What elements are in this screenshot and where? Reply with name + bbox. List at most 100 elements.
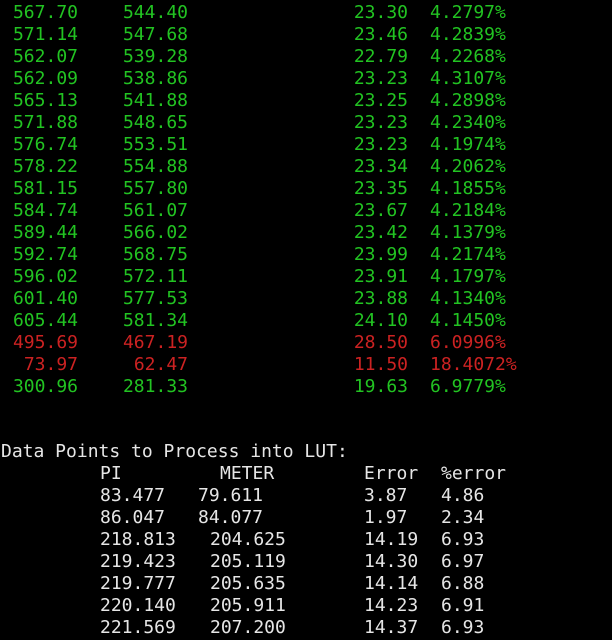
error-value: 23.88 [353, 288, 408, 309]
meter-value: 561.07 [122, 200, 188, 221]
table-row: 592.74 568.75 23.99 4.2174% [0, 244, 612, 266]
meter-value: 548.65 [122, 112, 188, 133]
meter-value: 207.200 [210, 617, 286, 638]
pi-value: 576.74 [12, 134, 78, 155]
terminal-window[interactable]: 567.70 544.40 23.30 4.2797% 571.14 547.68 23.4… [0, 0, 612, 640]
table-row: 589.44 566.02 23.42 4.1379% [0, 222, 612, 244]
error-value: 23.23 [353, 68, 408, 89]
table-row: 221.569 207.200 14.37 6.93 [0, 617, 612, 639]
error-value: 23.23 [353, 134, 408, 155]
percent-error-value: 4.3107% [430, 68, 506, 89]
error-value: 14.23 [364, 595, 419, 616]
table-row: 578.22 554.88 23.34 4.2062% [0, 156, 612, 178]
pi-value: 495.69 [12, 332, 78, 353]
table-row: 571.14 547.68 23.46 4.2839% [0, 24, 612, 46]
pi-value: 218.813 [100, 529, 176, 550]
percent-error-value: 4.1797% [430, 266, 506, 287]
error-value: 14.19 [364, 529, 419, 550]
table-row: 576.74 553.51 23.23 4.1974% [0, 134, 612, 156]
pi-value: 83.477 [100, 485, 166, 506]
meter-value: 539.28 [122, 46, 188, 67]
percent-error-value: 4.2062% [430, 156, 506, 177]
table-row: 581.15 557.80 23.35 4.1855% [0, 178, 612, 200]
meter-value: 566.02 [122, 222, 188, 243]
pi-value: 589.44 [12, 222, 78, 243]
percent-error-value: 2.34 [441, 507, 485, 528]
lut-column-headers: PI METER Error %error [0, 463, 612, 485]
error-value: 19.63 [353, 376, 408, 397]
pi-value: 584.74 [12, 200, 78, 221]
meter-value: 557.80 [122, 178, 188, 199]
table-row: 584.74 561.07 23.67 4.2184% [0, 200, 612, 222]
error-value: 3.87 [364, 485, 408, 506]
pi-value: 300.96 [12, 376, 78, 397]
error-value: 14.14 [364, 573, 419, 594]
percent-error-value: 4.2898% [430, 90, 506, 111]
pi-value: 73.97 [23, 354, 78, 375]
percent-error-value: 4.2797% [430, 2, 506, 23]
table-row: 218.813 204.625 14.19 6.93 [0, 529, 612, 551]
table-row: 571.88 548.65 23.23 4.2340% [0, 112, 612, 134]
meter-value: 205.911 [210, 595, 286, 616]
pi-value: 578.22 [12, 156, 78, 177]
pi-value: 562.09 [12, 68, 78, 89]
table-row: 562.09 538.86 23.23 4.3107% [0, 68, 612, 90]
column-header-pi: PI [100, 463, 122, 484]
meter-value: 568.75 [122, 244, 188, 265]
table-row: 562.07 539.28 22.79 4.2268% [0, 46, 612, 68]
meter-value: 281.33 [122, 376, 188, 397]
error-value: 23.42 [353, 222, 408, 243]
meter-value: 544.40 [122, 2, 188, 23]
table-row: 495.69 467.19 28.50 6.0996% [0, 332, 612, 354]
pi-value: 571.14 [12, 24, 78, 45]
table-row: 565.13 541.88 23.25 4.2898% [0, 90, 612, 112]
error-value: 14.37 [364, 617, 419, 638]
percent-error-value: 6.97 [441, 551, 485, 572]
percent-error-value: 6.91 [441, 595, 485, 616]
meter-value: 547.68 [122, 24, 188, 45]
pi-value: 596.02 [12, 266, 78, 287]
meter-value: 204.625 [210, 529, 286, 550]
error-value: 14.30 [364, 551, 419, 572]
error-value: 23.34 [353, 156, 408, 177]
table-row: 219.777 205.635 14.14 6.88 [0, 573, 612, 595]
error-value: 11.50 [353, 354, 408, 375]
column-header-percent-error: %error [441, 463, 507, 484]
meter-value: 84.077 [198, 507, 264, 528]
meter-value: 554.88 [122, 156, 188, 177]
pi-value: 567.70 [12, 2, 78, 23]
meter-value: 79.611 [198, 485, 264, 506]
column-header-error: Error [364, 463, 419, 484]
pi-value: 581.15 [12, 178, 78, 199]
error-value: 1.97 [364, 507, 408, 528]
pi-value: 562.07 [12, 46, 78, 67]
lut-heading-line: Data Points to Process into LUT: [0, 441, 612, 463]
pi-value: 601.40 [12, 288, 78, 309]
error-value: 23.35 [353, 178, 408, 199]
meter-value: 467.19 [122, 332, 188, 353]
table-row: 605.44 581.34 24.10 4.1450% [0, 310, 612, 332]
table-row: 601.40 577.53 23.88 4.1340% [0, 288, 612, 310]
pi-value: 219.423 [100, 551, 176, 572]
percent-error-value: 6.0996% [430, 332, 506, 353]
error-value: 23.99 [353, 244, 408, 265]
percent-error-value: 4.2174% [430, 244, 506, 265]
error-value: 23.91 [353, 266, 408, 287]
percent-error-value: 18.4072% [430, 354, 517, 375]
percent-error-value: 4.2184% [430, 200, 506, 221]
pi-value: 592.74 [12, 244, 78, 265]
error-value: 28.50 [353, 332, 408, 353]
error-value: 23.46 [353, 24, 408, 45]
error-value: 23.67 [353, 200, 408, 221]
error-value: 23.30 [353, 2, 408, 23]
meter-value: 205.635 [210, 573, 286, 594]
meter-value: 538.86 [122, 68, 188, 89]
pi-value: 565.13 [12, 90, 78, 111]
percent-error-value: 4.1340% [430, 288, 506, 309]
pi-value: 571.88 [12, 112, 78, 133]
pi-value: 219.777 [100, 573, 176, 594]
table-row: 219.423 205.119 14.30 6.97 [0, 551, 612, 573]
pi-value: 220.140 [100, 595, 176, 616]
table-row: 220.140 205.911 14.23 6.91 [0, 595, 612, 617]
table-row: 86.047 84.077 1.97 2.34 [0, 507, 612, 529]
